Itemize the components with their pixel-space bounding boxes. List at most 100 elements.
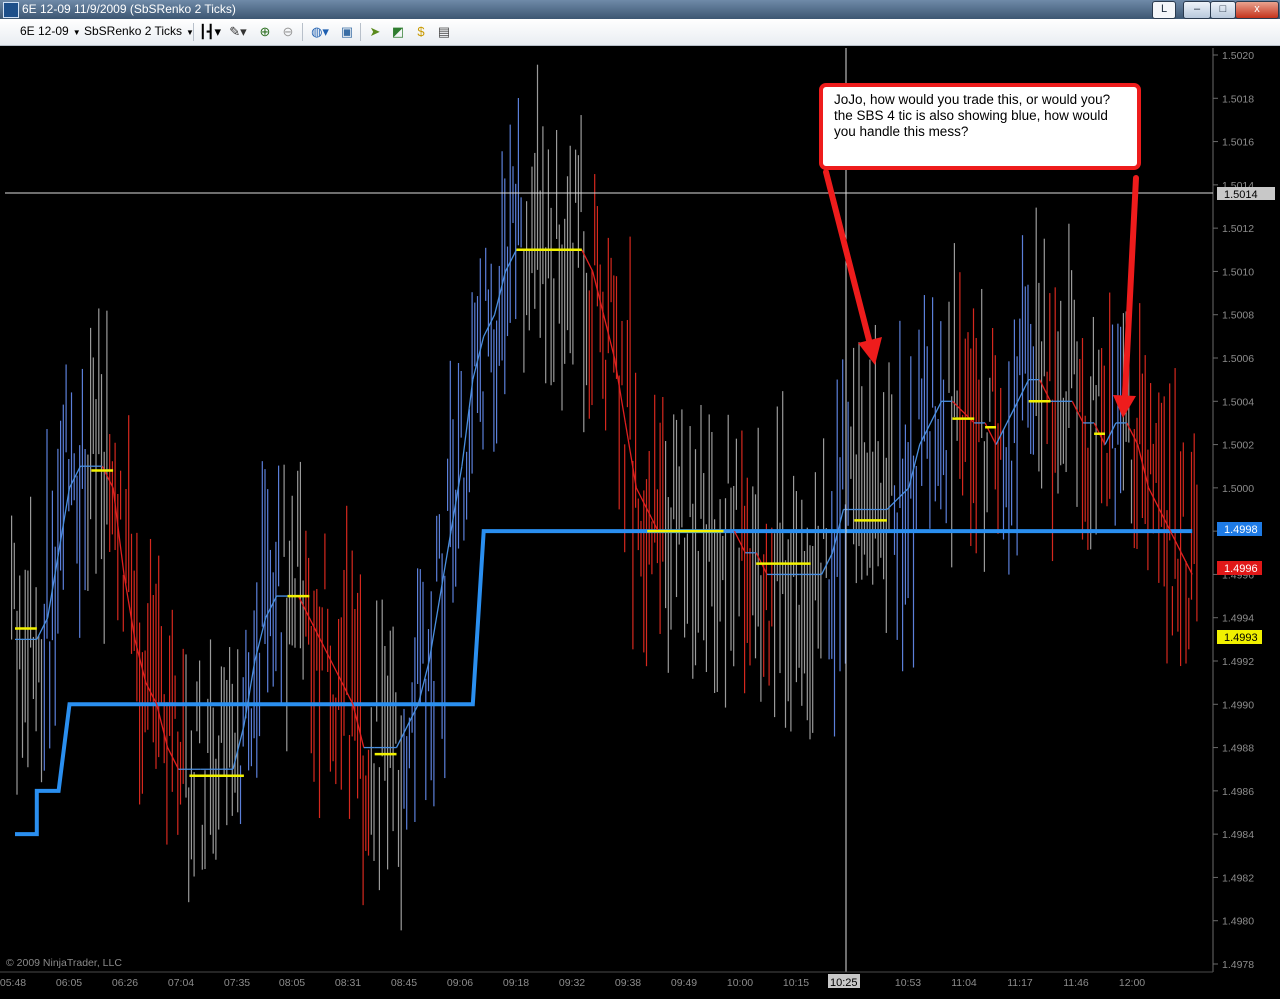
chart-panel[interactable]: 1.5020 1.5018 1.5016 1.5014 1.5012 1.5010 1.50…: [0, 45, 1280, 994]
renko-bar: [81, 368, 83, 489]
renko-bar: [605, 359, 607, 431]
renko-bar: [749, 548, 751, 666]
renko-bar: [419, 569, 421, 704]
renko-bar: [46, 429, 48, 639]
renko-bar: [68, 459, 70, 512]
renko-bar: [496, 320, 498, 444]
moving-average-segment: [483, 314, 496, 337]
renko-bar: [348, 734, 351, 819]
price-tick-label: 1.5006: [1222, 353, 1254, 365]
renko-bar: [1152, 443, 1154, 534]
renko-bar: [117, 493, 119, 621]
renko-bar: [406, 736, 408, 830]
annotation-text: JoJo, how would you trade this, or would…: [834, 92, 1111, 139]
globe-icon[interactable]: ◍▾: [307, 23, 333, 41]
renko-bar: [956, 390, 958, 441]
renko-bar: [395, 692, 397, 744]
renko-bar: [1016, 356, 1018, 556]
renko-bar: [49, 641, 51, 749]
renko-bar: [378, 767, 380, 891]
crosshair: 1.5014 10:25: [5, 48, 1275, 989]
renko-bar: [684, 537, 686, 638]
renko-bar: [209, 639, 212, 835]
instrument-label: 6E 12-09: [20, 24, 69, 38]
strategy-icon[interactable]: ➤: [366, 23, 384, 41]
price-tick-label: 1.4994: [1222, 613, 1254, 625]
renko-bar: [185, 654, 187, 798]
renko-bar: [542, 126, 544, 285]
renko-bar: [438, 514, 440, 559]
moving-average-segment: [493, 271, 507, 315]
renko-bar: [479, 258, 481, 422]
link-button[interactable]: L: [1152, 1, 1176, 19]
minimize-button[interactable]: –: [1183, 1, 1211, 19]
renko-bar: [433, 681, 435, 807]
renko-bar: [883, 392, 885, 580]
renko-bar: [550, 207, 552, 386]
renko-bar: [237, 649, 239, 813]
renko-bar: [1076, 341, 1078, 507]
renko-bar: [278, 465, 280, 587]
renko-bar: [536, 64, 539, 270]
renko-bar: [313, 590, 315, 782]
renko-bar: [144, 650, 146, 733]
indicators-icon[interactable]: ◩: [389, 23, 407, 41]
moving-average-segment: [1180, 552, 1193, 575]
restore-button[interactable]: □: [1210, 1, 1236, 19]
renko-bar: [400, 715, 402, 931]
renko-bar: [793, 475, 795, 577]
instrument-selector[interactable]: 6E 12-09 ▼: [20, 23, 81, 40]
renko-bar: [545, 247, 547, 384]
zoom-in-icon[interactable]: ⊕: [256, 23, 274, 41]
zoom-out-icon[interactable]: ⊖: [279, 23, 297, 41]
renko-bar: [711, 431, 713, 607]
renko-bar: [106, 310, 108, 525]
renko-bar: [425, 678, 427, 801]
renko-bar: [43, 603, 45, 771]
renko-bar: [76, 475, 78, 564]
renko-bar: [945, 450, 947, 524]
renko-bar: [155, 583, 157, 769]
renko-bar: [487, 289, 489, 357]
renko-bar: [790, 530, 792, 732]
renko-bar: [553, 278, 555, 383]
drawing-tool-icon[interactable]: ✎▾: [226, 23, 250, 41]
renko-bar: [1084, 415, 1086, 522]
moving-average-segment: [395, 725, 408, 748]
dollar-icon[interactable]: $: [412, 23, 430, 41]
renko-bar: [1139, 303, 1141, 445]
renko-bar: [594, 174, 596, 266]
renko-bar: [937, 418, 939, 486]
toolbar-divider: [360, 23, 361, 41]
renko-bar: [338, 618, 340, 711]
renko-bar: [103, 451, 105, 644]
renko-bar: [526, 201, 528, 316]
renko-bar: [19, 575, 21, 670]
renko-bar: [752, 486, 754, 616]
time-tick-label: 06:26: [112, 977, 138, 989]
price-chart[interactable]: 1.50201.50181.50161.50141.50121.50101.50…: [0, 45, 1280, 994]
renko-bar: [959, 272, 961, 479]
renko-bar: [1087, 447, 1089, 550]
period-selector[interactable]: SbSRenko 2 Ticks ▼: [84, 23, 194, 40]
renko-bar: [485, 247, 487, 301]
renko-bar: [847, 401, 849, 526]
time-tick-label: 07:35: [224, 977, 250, 989]
renko-bar: [735, 438, 737, 510]
data-box-icon[interactable]: ▤: [435, 23, 453, 41]
properties-icon[interactable]: ▣: [338, 23, 356, 41]
moving-average-segment: [406, 703, 419, 727]
renko-bar: [174, 675, 176, 719]
time-axis: 05:48 06:05 06:26 07:04 07:35 08:05 08:31 08:45…: [0, 971, 1213, 989]
renko-bar: [1155, 422, 1157, 483]
close-button[interactable]: x: [1235, 1, 1279, 19]
renko-bar: [932, 297, 934, 408]
renko-bar: [686, 533, 688, 624]
bar-type-icon[interactable]: ┃┫▾: [198, 23, 222, 41]
renko-bar: [1060, 300, 1062, 466]
renko-bar: [1160, 402, 1163, 527]
renko-bar: [866, 452, 868, 576]
moving-average-segment: [1071, 400, 1084, 424]
renko-bar: [35, 587, 37, 732]
renko-bar: [746, 477, 748, 643]
